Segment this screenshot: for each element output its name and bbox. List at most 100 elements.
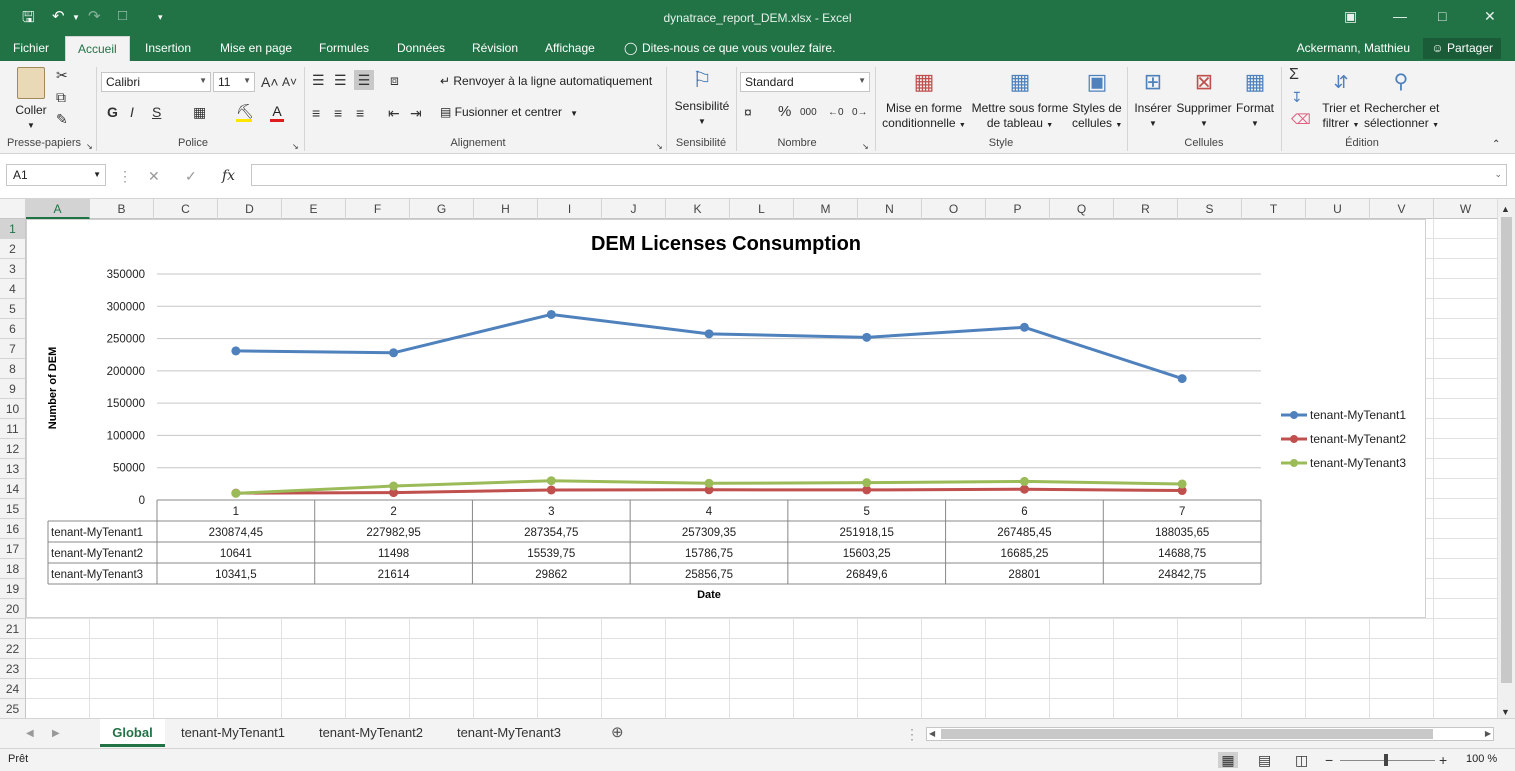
column-header[interactable]: Q <box>1050 199 1114 219</box>
orientation-icon[interactable]: ⧈ <box>390 72 399 88</box>
row-header[interactable]: 13 <box>0 459 26 479</box>
row-header[interactable]: 20 <box>0 599 26 619</box>
autosum-icon[interactable]: Σ <box>1289 67 1299 83</box>
column-header[interactable]: C <box>154 199 218 219</box>
tab-home[interactable]: Accueil <box>65 36 130 61</box>
column-header[interactable]: H <box>474 199 538 219</box>
decrease-decimal-icon[interactable]: 0→ <box>852 105 868 121</box>
column-header[interactable]: W <box>1434 199 1497 219</box>
clear-icon[interactable]: ⌫ <box>1291 111 1311 127</box>
page-break-view-icon[interactable]: ◫ <box>1295 752 1308 768</box>
align-bottom-icon[interactable]: ☰ <box>354 70 374 90</box>
delete-cells-button[interactable]: ⊠ Supprimer ▼ <box>1176 67 1232 131</box>
prev-sheet-icon[interactable]: ◀ <box>26 726 34 742</box>
cancel-icon[interactable]: ✕ <box>148 168 160 184</box>
row-header[interactable]: 12 <box>0 439 26 459</box>
column-header[interactable]: V <box>1370 199 1434 219</box>
enter-icon[interactable]: ✓ <box>185 168 197 184</box>
italic-button[interactable]: I <box>130 104 134 120</box>
column-header[interactable]: M <box>794 199 858 219</box>
column-header[interactable]: T <box>1242 199 1306 219</box>
sheet-tab-global[interactable]: Global <box>100 719 165 747</box>
row-header[interactable]: 9 <box>0 379 26 399</box>
align-center-icon[interactable]: ≡ <box>334 105 342 121</box>
column-header[interactable]: O <box>922 199 986 219</box>
font-size-select[interactable]: 11 ▼ <box>213 72 255 92</box>
dialog-launcher-icon[interactable]: ↘ <box>862 139 869 155</box>
column-header[interactable]: B <box>90 199 154 219</box>
dialog-launcher-icon[interactable]: ↘ <box>292 139 299 155</box>
decrease-font-icon[interactable]: A˅ <box>282 74 297 90</box>
sheet-tab-tenant3[interactable]: tenant-MyTenant3 <box>444 719 574 747</box>
wrap-text-button[interactable]: ↵ Renvoyer à la ligne automatiquement <box>440 74 652 89</box>
row-header[interactable]: 16 <box>0 519 26 539</box>
increase-indent-icon[interactable]: ⇥ <box>410 105 422 121</box>
paste-button[interactable]: Coller ▼ <box>12 67 50 133</box>
cell-styles-button[interactable]: ▣ Styles de cellules ▼ <box>1072 67 1122 133</box>
chart-area[interactable]: DEM Licenses Consumption 0 50000 100000 1500… <box>26 219 1426 618</box>
column-header[interactable]: I <box>538 199 602 219</box>
row-header[interactable]: 23 <box>0 659 26 679</box>
column-header[interactable]: K <box>666 199 730 219</box>
minimize-icon[interactable]: — <box>1393 8 1407 24</box>
scroll-left-icon[interactable]: ◀ <box>929 729 935 738</box>
column-header[interactable]: U <box>1306 199 1370 219</box>
vertical-scroll-thumb[interactable] <box>1501 217 1512 683</box>
underline-button[interactable]: S <box>152 104 161 120</box>
zoom-out-icon[interactable]: − <box>1325 752 1333 768</box>
font-color-icon[interactable]: A <box>270 103 284 122</box>
tab-data[interactable]: Données <box>397 41 445 55</box>
dialog-launcher-icon[interactable]: ↘ <box>656 139 663 155</box>
tell-me-search[interactable]: Dites-nous ce que vous voulez faire. <box>642 41 835 55</box>
tab-formulas[interactable]: Formules <box>319 41 369 55</box>
sort-filter-button[interactable]: ⇵ Trier et filtrer ▼ <box>1318 67 1364 133</box>
tab-review[interactable]: Révision <box>472 41 518 55</box>
row-header[interactable]: 14 <box>0 479 26 499</box>
next-sheet-icon[interactable]: ▶ <box>52 726 60 742</box>
row-header[interactable]: 3 <box>0 259 26 279</box>
share-button[interactable]: ☺ Partager <box>1423 38 1501 59</box>
tab-view[interactable]: Affichage <box>545 41 595 55</box>
zoom-level[interactable]: 100 % <box>1466 753 1497 765</box>
merge-center-button[interactable]: ▤ Fusionner et centrer ▼ <box>440 105 578 121</box>
horizontal-scroll-thumb[interactable] <box>941 729 1433 739</box>
cut-icon[interactable]: ✂ <box>56 67 68 83</box>
row-header[interactable]: 24 <box>0 679 26 699</box>
maximize-icon[interactable]: □ <box>1438 8 1446 24</box>
name-box[interactable]: A1 ▼ <box>6 164 106 186</box>
vertical-scrollbar[interactable]: ▲ ▼ <box>1497 199 1515 718</box>
select-all-corner[interactable] <box>0 199 26 219</box>
zoom-in-icon[interactable]: + <box>1439 752 1447 768</box>
row-header[interactable]: 19 <box>0 579 26 599</box>
horizontal-scrollbar[interactable]: ◀ ▶ <box>926 727 1494 741</box>
column-header[interactable]: G <box>410 199 474 219</box>
currency-icon[interactable]: ¤ <box>744 104 752 120</box>
tab-page-layout[interactable]: Mise en page <box>220 41 292 55</box>
page-layout-view-icon[interactable]: ▤ <box>1258 752 1271 768</box>
decrease-indent-icon[interactable]: ⇤ <box>388 105 400 121</box>
collapse-ribbon-icon[interactable]: ⌃ <box>1492 137 1500 153</box>
column-header[interactable]: L <box>730 199 794 219</box>
align-top-icon[interactable]: ☰ <box>312 72 325 88</box>
column-header[interactable]: F <box>346 199 410 219</box>
column-header[interactable]: P <box>986 199 1050 219</box>
row-header[interactable]: 8 <box>0 359 26 379</box>
tab-insert[interactable]: Insertion <box>145 41 191 55</box>
increase-decimal-icon[interactable]: ←0 <box>828 105 844 121</box>
row-header[interactable]: 1 <box>0 219 26 239</box>
formula-input[interactable]: ⌄ <box>251 164 1507 186</box>
zoom-slider-thumb[interactable] <box>1384 754 1388 766</box>
column-header[interactable]: J <box>602 199 666 219</box>
row-header[interactable]: 17 <box>0 539 26 559</box>
insert-function-button[interactable]: fx <box>222 168 235 184</box>
increase-font-icon[interactable]: A˄ <box>261 74 279 90</box>
align-right-icon[interactable]: ≡ <box>356 105 364 121</box>
sheet-tab-tenant2[interactable]: tenant-MyTenant2 <box>306 719 436 747</box>
row-header[interactable]: 7 <box>0 339 26 359</box>
row-header[interactable]: 10 <box>0 399 26 419</box>
column-header[interactable]: N <box>858 199 922 219</box>
add-sheet-icon[interactable]: ⊕ <box>611 725 624 741</box>
tab-file[interactable]: Fichier <box>13 41 49 55</box>
bold-button[interactable]: G <box>107 104 118 120</box>
borders-icon[interactable]: ▦ <box>193 104 206 120</box>
